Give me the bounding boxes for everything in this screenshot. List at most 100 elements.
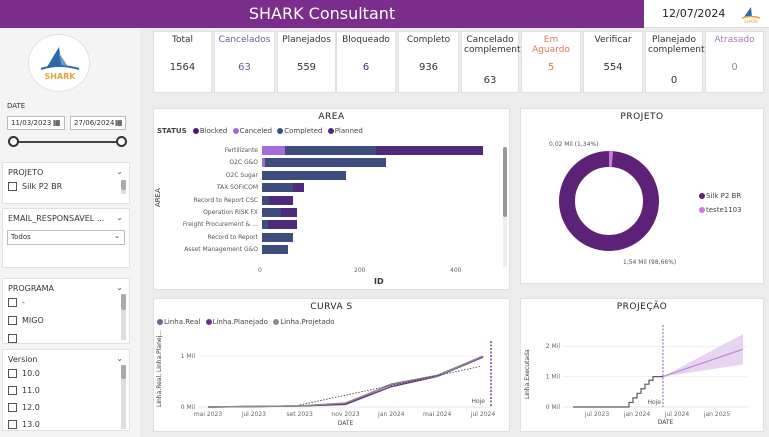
projecao-forecast-band bbox=[663, 334, 743, 377]
projeto-chart-title: PROJETO bbox=[620, 112, 664, 122]
curva-s-chart: 0 Mil 1 Mil Hoje mai 2023 jul 2023 set 2023 no… bbox=[181, 341, 495, 427]
scrollbar[interactable] bbox=[121, 365, 126, 429]
area-bar-segment[interactable] bbox=[262, 208, 282, 217]
programa-option-label: MIGO bbox=[22, 316, 44, 325]
area-chart-card: AREA STATUS Blocked Canceled Completed P… bbox=[153, 108, 510, 290]
donut-slice-silk[interactable] bbox=[559, 151, 659, 251]
calendar-icon[interactable]: ▦ bbox=[53, 118, 61, 127]
email-filter-label: EMAIL_RESPONSAVEL ... bbox=[8, 214, 105, 223]
area-bar-segment[interactable] bbox=[264, 158, 386, 168]
date-slider-start-handle[interactable] bbox=[8, 136, 19, 147]
chevron-down-icon[interactable]: ⌄ bbox=[116, 167, 123, 176]
area-bar-segment[interactable] bbox=[285, 146, 377, 155]
kpi-value: 6 bbox=[362, 62, 370, 73]
projecao-x-tick: jan 2025 bbox=[703, 411, 731, 418]
kpi-value: 559 bbox=[296, 62, 317, 73]
header-bar: SHARK Consultant bbox=[0, 0, 644, 28]
email-filter-panel: EMAIL_RESPONSAVEL ... ⌄ Todos ⌄ bbox=[2, 208, 130, 268]
kpi-label: Planejado complementar bbox=[648, 35, 714, 55]
scrollbar[interactable] bbox=[121, 294, 126, 340]
kpi-card: Bloqueado 6 bbox=[336, 31, 396, 93]
scrollbar[interactable] bbox=[121, 180, 126, 194]
checkbox[interactable] bbox=[8, 403, 17, 412]
kpi-label: Em Aguardo bbox=[532, 35, 570, 55]
area-chart-title: AREA bbox=[318, 112, 345, 122]
kpi-card: Planejados 559 bbox=[277, 31, 336, 93]
area-bar-segment[interactable] bbox=[262, 245, 289, 255]
programa-option[interactable] bbox=[8, 334, 22, 343]
kpi-label: Cancelado complementar bbox=[464, 35, 530, 55]
area-bar-segment[interactable] bbox=[262, 232, 294, 242]
area-bar-segment[interactable] bbox=[262, 183, 293, 193]
projecao-chart: 0 Mil 1 Mil 2 Mil Hoje jul 2023 jan 2024 jul 2… bbox=[546, 325, 748, 426]
legend-dot bbox=[699, 193, 705, 199]
area-x-tick: 400 bbox=[450, 267, 462, 274]
legend-dot bbox=[699, 207, 705, 213]
checkbox[interactable] bbox=[8, 182, 17, 191]
curva-s-series-line[interactable] bbox=[207, 355, 484, 408]
area-bar-segment[interactable] bbox=[267, 220, 297, 230]
area-bar-segment[interactable] bbox=[292, 183, 305, 193]
area-bar-segment[interactable] bbox=[262, 170, 347, 180]
calendar-icon[interactable]: ▦ bbox=[115, 118, 123, 127]
curva-s-x-tick: set 2023 bbox=[286, 411, 313, 418]
chevron-down-icon[interactable]: ⌄ bbox=[116, 283, 123, 292]
checkbox[interactable] bbox=[8, 334, 17, 343]
curva-s-x-tick: nov 2023 bbox=[331, 411, 359, 418]
chevron-down-icon[interactable]: ⌄ bbox=[116, 213, 123, 222]
legend-item: Linha.Projetado bbox=[280, 318, 335, 326]
projecao-y-tick: 0 Mil bbox=[546, 404, 561, 411]
curva-s-y-tick: 1 Mil bbox=[181, 353, 196, 360]
version-option-label: 10.0 bbox=[22, 369, 40, 378]
date-slider-track[interactable] bbox=[12, 141, 122, 143]
projeto-chart-card: PROJETO 0,02 Mil (1,34%) 1,54 Mil (98,66… bbox=[520, 108, 764, 284]
curva-s-series-line[interactable] bbox=[207, 356, 484, 408]
area-bar-segment[interactable] bbox=[262, 146, 286, 155]
kpi-card: Cancelado complementar 63 bbox=[461, 31, 530, 93]
area-chart-legend: STATUS Blocked Canceled Completed Planne… bbox=[157, 127, 363, 135]
shark-mini-logo-icon: SHARK bbox=[741, 7, 761, 24]
area-bar-segment[interactable] bbox=[262, 195, 269, 205]
current-date: 12/07/2024 bbox=[662, 7, 726, 20]
scrollbar[interactable] bbox=[503, 147, 507, 267]
area-y-axis-label: AREA bbox=[154, 188, 162, 207]
kpi-value: 0 bbox=[731, 62, 738, 73]
projeto-option[interactable]: Silk P2 BR bbox=[8, 182, 62, 191]
version-option[interactable]: 13.0 bbox=[8, 420, 40, 429]
checkbox[interactable] bbox=[8, 420, 17, 429]
checkbox[interactable] bbox=[8, 369, 17, 378]
curva-s-x-tick: mai 2023 bbox=[194, 411, 223, 418]
kpi-label: Planejados bbox=[282, 35, 331, 45]
programa-option[interactable]: MIGO bbox=[8, 316, 44, 325]
area-bar-segment[interactable] bbox=[376, 146, 483, 155]
checkbox[interactable] bbox=[8, 386, 17, 395]
area-category-label: Freight Procurement & ... bbox=[182, 221, 258, 229]
legend-item: Linha.Real bbox=[164, 318, 201, 326]
version-option[interactable]: 10.0 bbox=[8, 369, 40, 378]
curva-s-y-tick: 0 Mil bbox=[181, 404, 196, 411]
kpi-label: Verificar bbox=[594, 35, 632, 45]
curva-s-x-tick: jul 2024 bbox=[470, 411, 495, 418]
area-bar-segment[interactable] bbox=[281, 208, 297, 217]
projeto-option-label: Silk P2 BR bbox=[22, 182, 63, 191]
projeto-filter-panel: PROJETO ⌄ Silk P2 BR bbox=[2, 162, 130, 204]
logo-text: SHARK bbox=[44, 72, 76, 81]
version-option[interactable]: 12.0 bbox=[8, 403, 40, 412]
curva-s-series-line[interactable] bbox=[207, 355, 484, 408]
chevron-down-icon[interactable]: ⌄ bbox=[116, 354, 123, 363]
version-option[interactable]: 11.0 bbox=[8, 386, 40, 395]
programa-option[interactable]: - bbox=[8, 298, 25, 307]
donut-label-large: 1,54 Mil (98,66%) bbox=[623, 259, 677, 266]
kpi-value: 63 bbox=[483, 75, 497, 86]
area-category-label: Record to Report CSC bbox=[193, 196, 258, 204]
legend-item: Blocked bbox=[199, 127, 228, 135]
checkbox[interactable] bbox=[8, 298, 17, 307]
kpi-card: Cancelados 63 bbox=[214, 31, 275, 93]
email-dropdown[interactable]: Todos ⌄ bbox=[7, 230, 125, 245]
legend-item: Canceled bbox=[239, 127, 273, 135]
date-slider-end-handle[interactable] bbox=[116, 136, 127, 147]
checkbox[interactable] bbox=[8, 316, 17, 325]
area-bar-segment[interactable] bbox=[268, 195, 293, 205]
kpi-value: 554 bbox=[603, 62, 623, 73]
logo-badge: SHARK bbox=[28, 34, 90, 92]
